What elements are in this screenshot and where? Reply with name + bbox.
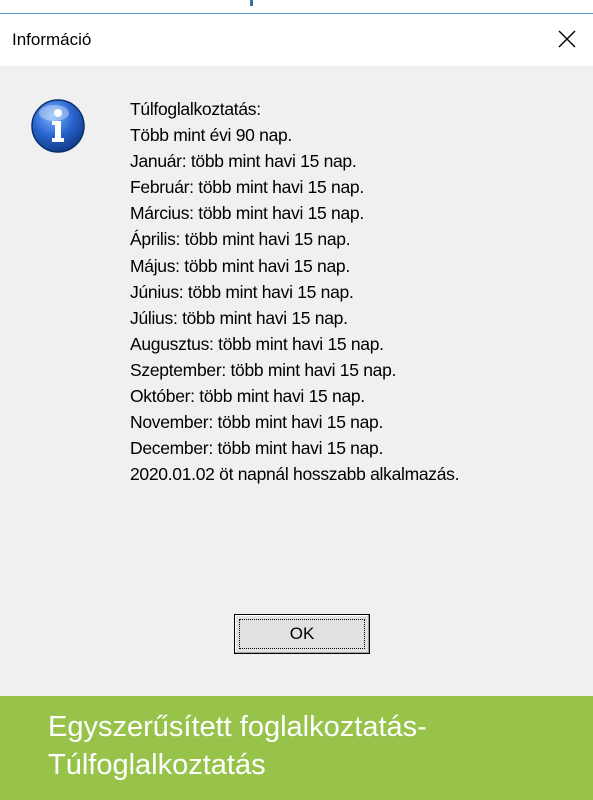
window-top-edge bbox=[0, 0, 593, 14]
message-line: 2020.01.02 öt napnál hosszabb alkalmazás… bbox=[130, 464, 460, 485]
caption-line: Túlfoglalkoztatás bbox=[48, 749, 266, 781]
caption-banner: Egyszerűsített foglalkoztatás- Túlfoglal… bbox=[0, 696, 593, 800]
message-line: Március: több mint havi 15 nap. bbox=[130, 203, 364, 224]
message-line: Június: több mint havi 15 nap. bbox=[130, 281, 354, 302]
close-icon bbox=[558, 30, 576, 48]
message-line: December: több mint havi 15 nap. bbox=[130, 438, 384, 459]
message-line: Több mint évi 90 nap. bbox=[130, 125, 292, 146]
message-line: Október: több mint havi 15 nap. bbox=[130, 386, 365, 407]
caption-text: Egyszerűsített foglalkoztatás- Túlfoglal… bbox=[48, 708, 427, 784]
message-line: Szeptember: több mint havi 15 nap. bbox=[130, 359, 397, 380]
message-text: Túlfoglalkoztatás: Több mint évi 90 nap.… bbox=[130, 96, 585, 487]
message-line: Április: több mint havi 15 nap. bbox=[130, 229, 351, 250]
info-icon bbox=[30, 98, 86, 154]
ok-button[interactable]: OK bbox=[234, 614, 370, 654]
message-line: Február: több mint havi 15 nap. bbox=[130, 177, 364, 198]
close-button[interactable] bbox=[549, 22, 585, 56]
message-line: November: több mint havi 15 nap. bbox=[130, 412, 384, 433]
message-line: Május: több mint havi 15 nap. bbox=[130, 255, 350, 276]
message-line: Augusztus: több mint havi 15 nap. bbox=[130, 333, 384, 354]
caption-line: Egyszerűsített foglalkoztatás- bbox=[48, 711, 427, 743]
top-edge-mark bbox=[250, 0, 253, 6]
ok-button-label: OK bbox=[239, 619, 365, 649]
dialog-title: Információ bbox=[12, 30, 92, 49]
screenshot: Információ Túlfoglalkoztatás: Több mint … bbox=[0, 0, 593, 800]
message-line: Túlfoglalkoztatás: bbox=[130, 99, 261, 119]
dialog-body: Túlfoglalkoztatás: Több mint évi 90 nap.… bbox=[0, 66, 593, 696]
dialog-title-bar[interactable]: Információ bbox=[0, 14, 593, 66]
message-line: Január: több mint havi 15 nap. bbox=[130, 151, 357, 172]
message-line: Július: több mint havi 15 nap. bbox=[130, 307, 348, 328]
